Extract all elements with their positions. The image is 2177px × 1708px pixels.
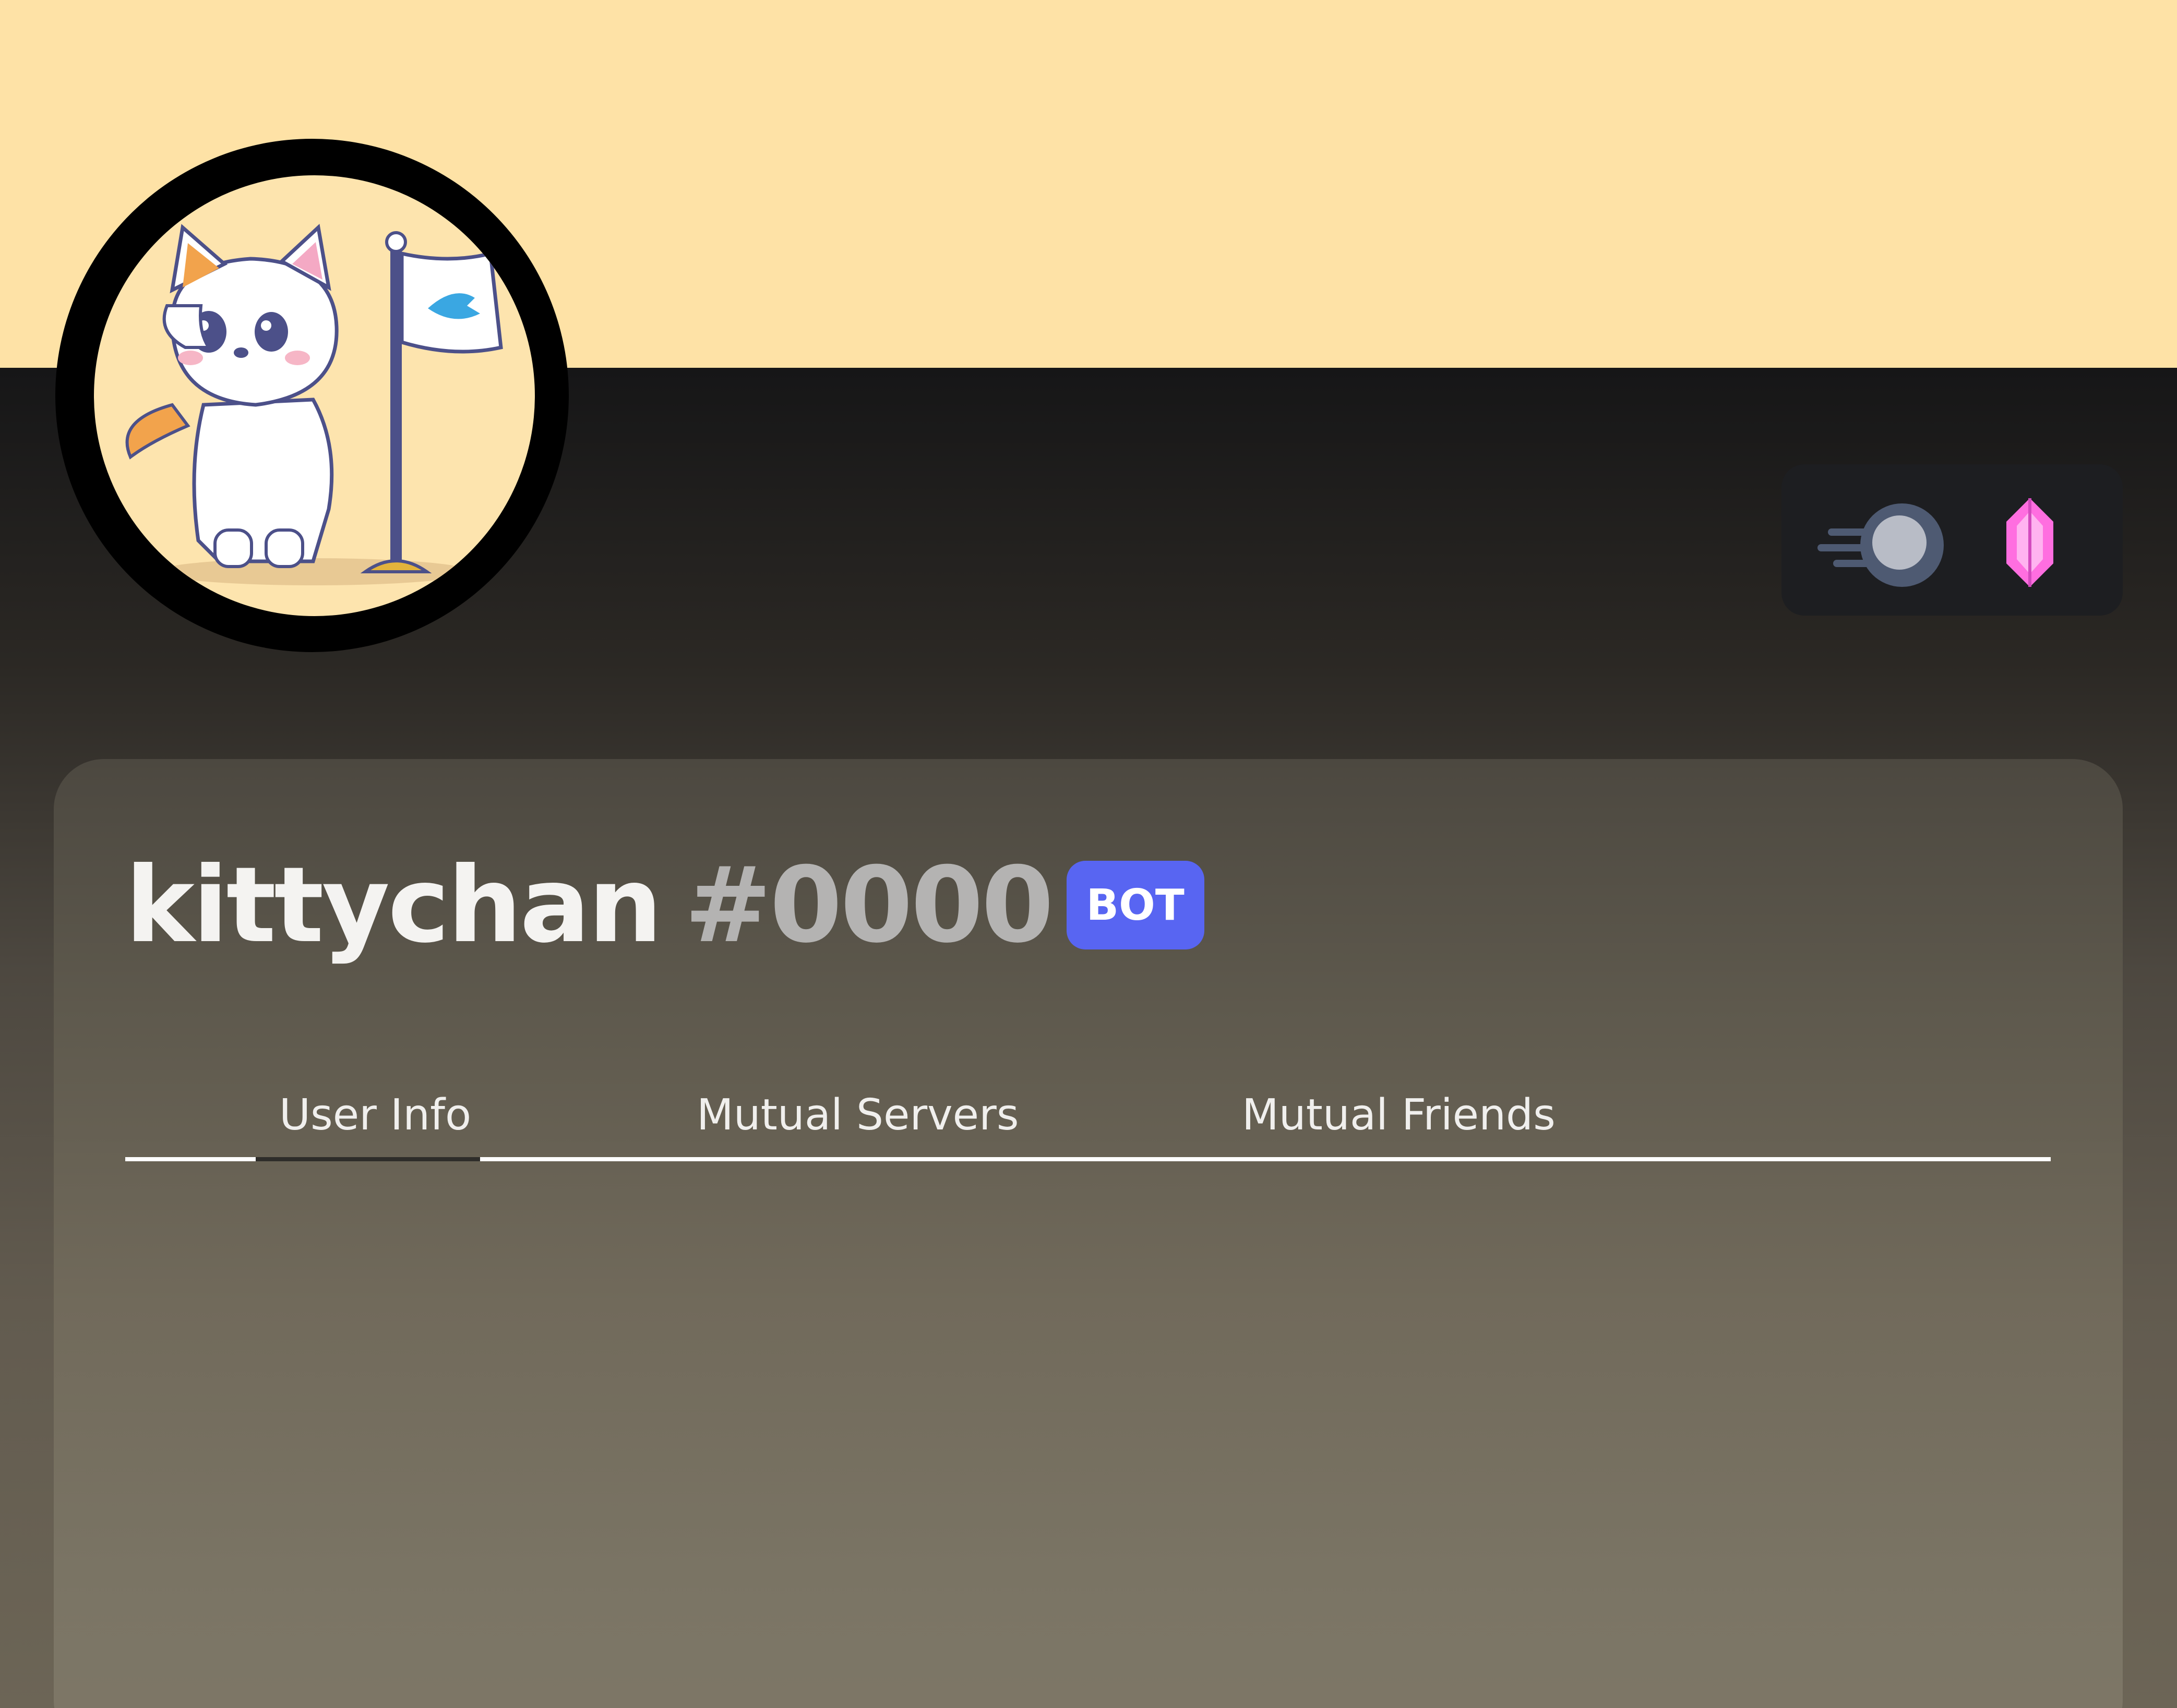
cat-mascot-icon [125,224,503,585]
gem-badge-icon[interactable] [2001,496,2059,590]
avatar[interactable] [94,175,535,616]
name-row: kittychan #0000 BOT [125,843,1204,968]
profile-tabs: User Info Mutual Servers Mutual Friends [125,1075,2051,1163]
server-booster-badge-icon[interactable] [1816,496,1946,587]
bot-tag-badge: BOT [1066,861,1204,949]
username: kittychan [125,844,662,966]
discriminator: #0000 [684,844,1054,966]
tab-selected-indicator [256,1157,480,1161]
tab-mutual-servers[interactable]: Mutual Servers [697,1075,1019,1156]
tab-user-info[interactable]: User Info [279,1075,471,1156]
tab-mutual-friends[interactable]: Mutual Friends [1242,1075,1556,1156]
